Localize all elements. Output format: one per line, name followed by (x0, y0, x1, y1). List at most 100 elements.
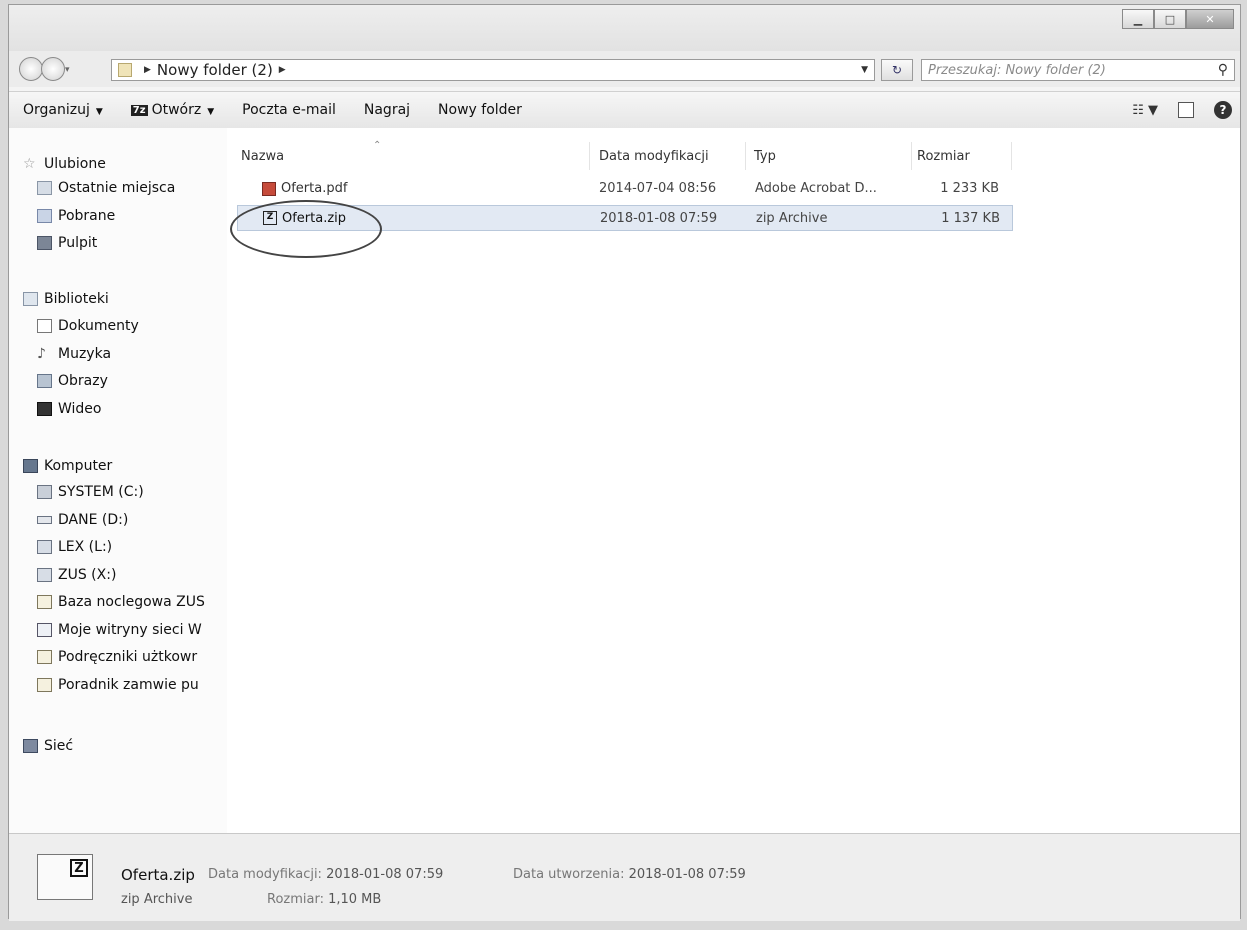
sidebar-item-drive-c[interactable]: SYSTEM (C:) (37, 484, 144, 500)
minimize-button[interactable]: ▁ (1122, 9, 1154, 29)
organize-button[interactable]: Organizuj ▼ (9, 102, 117, 118)
pdf-file-icon (262, 182, 276, 196)
sidebar-item-podreczniki[interactable]: Podręczniki użtkowr (37, 649, 197, 665)
sidebar-item-videos[interactable]: Wideo (37, 401, 102, 417)
sidebar-item-baza-noclegowa[interactable]: Baza noclegowa ZUS (37, 594, 205, 610)
details-created: Data utworzenia: 2018-01-08 07:59 (513, 867, 746, 882)
refresh-icon: ↻ (891, 63, 903, 77)
computer-icon (23, 459, 38, 473)
desktop-icon (37, 236, 52, 250)
hard-drive-icon (37, 516, 52, 524)
search-input[interactable]: Przeszukaj: Nowy folder (2) ⚲ (921, 59, 1235, 81)
sidebar-label: Pobrane (58, 208, 116, 224)
file-size: 1 137 KB (941, 211, 1000, 226)
open-label: Otwórz (151, 102, 202, 118)
column-header-size[interactable]: Rozmiar (917, 149, 970, 164)
preview-pane-icon[interactable] (1178, 102, 1194, 118)
sidebar-label: Sieć (44, 738, 74, 754)
zip-file-large-icon: Z (37, 854, 93, 900)
details-size-label: Rozmiar: (267, 892, 324, 907)
burn-button[interactable]: Nagraj (350, 102, 424, 118)
network-icon (23, 739, 38, 753)
sidebar-item-poradnik[interactable]: Poradnik zamwie pu (37, 677, 199, 693)
sidebar-item-music[interactable]: ♪ Muzyka (37, 346, 111, 362)
address-dropdown-icon[interactable]: ▼ (861, 65, 868, 75)
recent-pages-chevron-icon[interactable]: ▾ (65, 65, 70, 75)
sidebar-item-pictures[interactable]: Obrazy (37, 373, 108, 389)
back-button[interactable] (19, 57, 43, 81)
network-folder-icon (37, 650, 52, 664)
column-header-name[interactable]: Nazwa (241, 149, 284, 164)
table-row[interactable]: Oferta.pdf 2014-07-04 08:56 Adobe Acroba… (237, 176, 1013, 202)
command-bar-right: ☷ ▼ ? (1132, 92, 1232, 128)
address-bar[interactable]: ▶ Nowy folder (2) ▶ ▼ (111, 59, 875, 81)
file-type: zip Archive (756, 211, 828, 226)
sidebar-label: Wideo (58, 401, 102, 417)
column-divider[interactable] (745, 142, 746, 170)
new-folder-button[interactable]: Nowy folder (424, 102, 536, 118)
sidebar-item-drive-d[interactable]: DANE (D:) (37, 512, 128, 528)
sidebar-item-recent-places[interactable]: Ostatnie miejsca (37, 180, 175, 196)
explorer-window: ▁ □ ✕ ▾ ▶ Nowy folder (2) ▶ ▼ ↻ Przeszuk… (8, 4, 1241, 921)
column-divider[interactable] (1011, 142, 1012, 170)
maximize-button[interactable]: □ (1154, 9, 1186, 29)
sidebar-item-libraries[interactable]: Biblioteki (23, 291, 109, 307)
details-created-label: Data utworzenia: (513, 867, 625, 882)
documents-icon (37, 319, 52, 333)
open-button[interactable]: 7z Otwórz ▼ (117, 102, 228, 118)
search-placeholder: Przeszukaj: Nowy folder (2) (928, 62, 1106, 78)
sort-arrow-icon: ⌃ (373, 140, 382, 151)
7zip-icon: 7z (130, 105, 148, 116)
refresh-button[interactable]: ↻ (881, 59, 913, 81)
close-button[interactable]: ✕ (1186, 9, 1234, 29)
sidebar-label: Ostatnie miejsca (58, 180, 176, 196)
sidebar-item-desktop[interactable]: Pulpit (37, 235, 97, 251)
sidebar-item-drive-l[interactable]: LEX (L:) (37, 539, 112, 555)
breadcrumb-arrow-icon[interactable]: ▶ (279, 65, 286, 75)
pictures-icon (37, 374, 52, 388)
music-icon: ♪ (37, 346, 46, 362)
sidebar-label: Obrazy (58, 373, 108, 389)
file-modified: 2018-01-08 07:59 (600, 211, 718, 226)
chevron-down-icon: ▼ (207, 107, 215, 117)
network-drive-icon (37, 540, 52, 554)
star-icon: ☆ (23, 156, 36, 172)
details-size-value: 1,10 MB (328, 892, 382, 907)
window-controls: ▁ □ ✕ (1122, 9, 1234, 29)
navigation-pane: ☆ Ulubione Ostatnie miejsca Pobrane Pulp… (9, 128, 228, 833)
downloads-icon (37, 209, 52, 223)
sidebar-item-downloads[interactable]: Pobrane (37, 208, 115, 224)
sidebar-label: Komputer (44, 458, 113, 474)
sidebar-label: DANE (D:) (58, 512, 129, 528)
email-button[interactable]: Poczta e-mail (228, 102, 350, 118)
column-header-modified[interactable]: Data modyfikacji (599, 149, 709, 164)
help-icon[interactable]: ? (1214, 101, 1232, 119)
sidebar-item-drive-x[interactable]: ZUS (X:) (37, 567, 116, 583)
details-file-name: Oferta.zip (121, 866, 195, 884)
sidebar-label: SYSTEM (C:) (58, 484, 144, 500)
zip-file-large-icon-letter: Z (70, 859, 88, 877)
column-divider[interactable] (589, 142, 590, 170)
breadcrumb-nowy-folder[interactable]: Nowy folder (2) (157, 61, 273, 79)
column-header-type[interactable]: Typ (754, 149, 776, 164)
forward-button[interactable] (41, 57, 65, 81)
details-pane: Z Oferta.zip zip Archive Data modyfikacj… (9, 833, 1240, 921)
file-size: 1 233 KB (940, 181, 999, 196)
maximize-icon: □ (1164, 12, 1176, 26)
sidebar-item-moje-witryny[interactable]: Moje witryny sieci W (37, 622, 202, 638)
sidebar-label: Poradnik zamwie pu (58, 677, 199, 693)
sidebar-label: Ulubione (44, 156, 106, 172)
navigation-row: ▾ ▶ Nowy folder (2) ▶ ▼ ↻ Przeszukaj: No… (9, 51, 1240, 87)
hand-drawn-circle-annotation (230, 200, 382, 258)
file-list: Nazwa ⌃ Data modyfikacji Typ Rozmiar Ofe… (227, 128, 1240, 833)
breadcrumb-arrow-icon[interactable]: ▶ (144, 65, 151, 75)
search-icon[interactable]: ⚲ (1218, 62, 1228, 78)
sidebar-item-network[interactable]: Sieć (23, 738, 73, 754)
sidebar-label: Dokumenty (58, 318, 139, 334)
sidebar-item-favorites[interactable]: ☆ Ulubione (23, 156, 106, 172)
column-divider[interactable] (911, 142, 912, 170)
sidebar-item-computer[interactable]: Komputer (23, 458, 112, 474)
sidebar-item-documents[interactable]: Dokumenty (37, 318, 139, 334)
details-created-value: 2018-01-08 07:59 (628, 867, 746, 882)
view-options-icon[interactable]: ☷ ▼ (1132, 103, 1158, 118)
